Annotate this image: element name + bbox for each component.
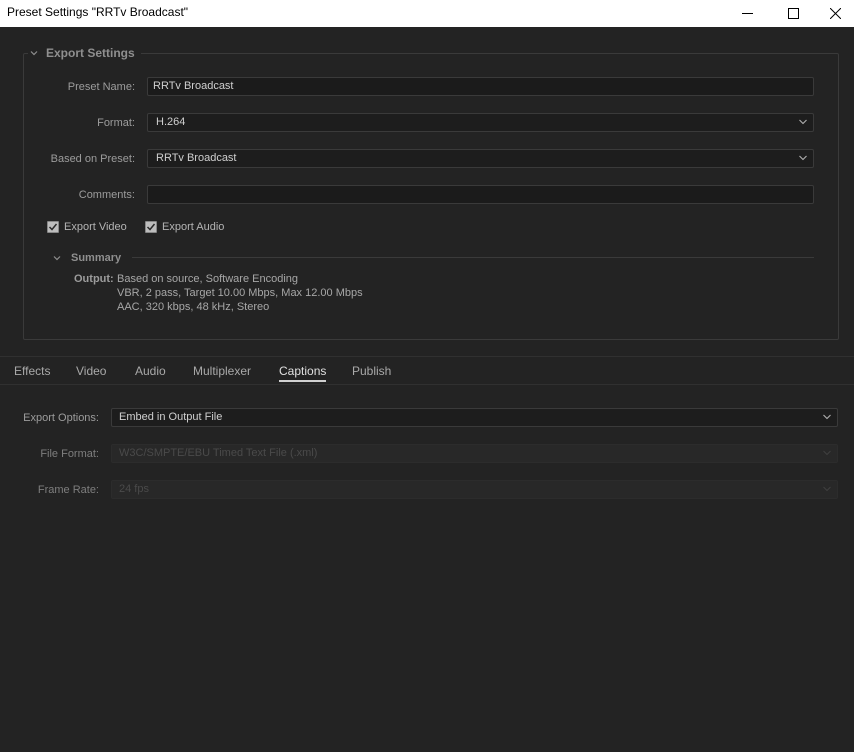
summary-divider	[132, 257, 814, 258]
format-select[interactable]: H.264	[147, 113, 814, 132]
export-options-label: Export Options:	[23, 412, 99, 424]
output-line: Based on source, Software Encoding	[117, 273, 299, 285]
output-line: VBR, 2 pass, Target 10.00 Mbps, Max 12.0…	[117, 287, 363, 299]
format-label: Format:	[97, 117, 135, 129]
close-button[interactable]	[816, 0, 854, 27]
maximize-button[interactable]	[770, 0, 816, 27]
chevron-down-icon	[53, 256, 61, 261]
file-format-label: File Format:	[40, 448, 99, 460]
tab-captions[interactable]: Captions	[279, 364, 327, 382]
chevron-down-icon	[823, 486, 831, 492]
preset-name-input[interactable]: RRTv Broadcast	[147, 77, 814, 96]
file-format-value: W3C/SMPTE/EBU Timed Text File (.xml)	[119, 447, 318, 459]
checkbox-box[interactable]	[47, 221, 59, 233]
tab-effects[interactable]: Effects	[14, 364, 50, 378]
export-video-checkbox[interactable]: Export Video	[47, 221, 127, 233]
export-options-value: Embed in Output File	[119, 411, 223, 423]
comments-input[interactable]	[147, 185, 814, 204]
based-on-preset-select[interactable]: RRTv Broadcast	[147, 149, 814, 168]
preset-name-label: Preset Name:	[67, 81, 135, 93]
checkmark-icon	[146, 223, 156, 231]
chevron-down-icon	[823, 414, 831, 420]
export-audio-checkbox[interactable]: Export Audio	[145, 221, 224, 233]
based-on-preset-value: RRTv Broadcast	[156, 152, 237, 164]
chevron-down-icon	[823, 450, 831, 456]
preset-name-value: RRTv Broadcast	[153, 80, 234, 92]
export-settings-title: Export Settings	[46, 46, 135, 60]
minimize-button[interactable]	[724, 0, 770, 27]
checkbox-box[interactable]	[145, 221, 157, 233]
tab-publish[interactable]: Publish	[352, 364, 391, 378]
window-title: Preset Settings "RRTv Broadcast"	[7, 5, 189, 19]
frame-rate-select: 24 fps	[111, 480, 838, 499]
minimize-icon	[741, 13, 753, 14]
export-options-select[interactable]: Embed in Output File	[111, 408, 838, 427]
file-format-select: W3C/SMPTE/EBU Timed Text File (.xml)	[111, 444, 838, 463]
export-settings-header[interactable]: Export Settings	[28, 45, 141, 61]
tab-multiplexer[interactable]: Multiplexer	[193, 364, 251, 378]
export-audio-label: Export Audio	[162, 221, 225, 233]
output-line: AAC, 320 kbps, 48 kHz, Stereo	[117, 301, 270, 313]
frame-rate-value: 24 fps	[119, 483, 149, 495]
format-value: H.264	[156, 116, 186, 128]
settings-tab-bar: Effects Video Audio Multiplexer Captions…	[0, 356, 854, 385]
maximize-icon	[787, 8, 799, 19]
checkmark-icon	[48, 223, 58, 231]
summary-header[interactable]: Summary	[53, 252, 121, 264]
comments-label: Comments:	[78, 189, 135, 201]
chevron-down-icon	[799, 119, 807, 125]
title-bar: Preset Settings "RRTv Broadcast"	[0, 0, 854, 27]
export-video-label: Export Video	[64, 221, 127, 233]
close-icon	[829, 8, 841, 19]
chevron-down-icon	[30, 51, 38, 56]
tab-audio[interactable]: Audio	[135, 364, 166, 378]
tab-video[interactable]: Video	[76, 364, 106, 378]
frame-rate-label: Frame Rate:	[37, 484, 99, 496]
summary-title: Summary	[71, 252, 122, 264]
chevron-down-icon	[799, 155, 807, 161]
based-on-preset-label: Based on Preset:	[50, 153, 135, 165]
output-label: Output:	[74, 273, 114, 285]
